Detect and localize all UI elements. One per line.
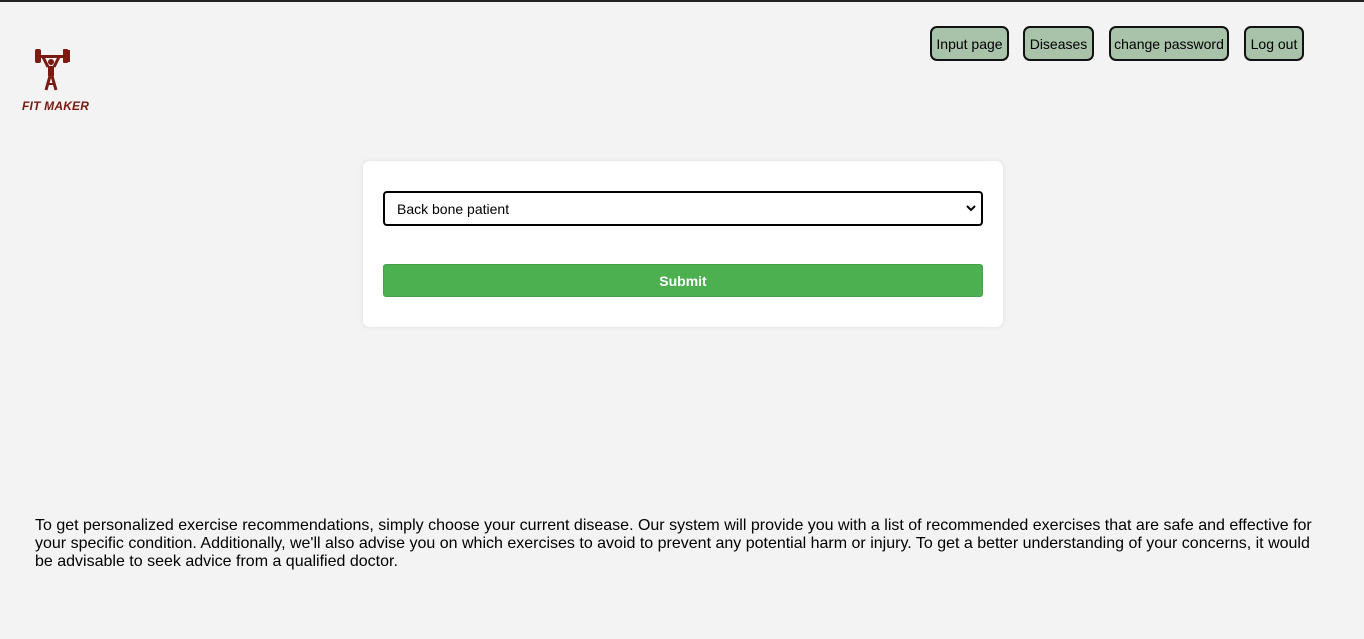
log-out-button[interactable]: Log out <box>1244 26 1304 61</box>
disease-select-value: Back bone patient <box>397 200 510 217</box>
info-paragraph: To get personalized exercise recommendat… <box>35 517 1312 570</box>
chevron-down-icon <box>966 205 976 212</box>
change-password-button[interactable]: change password <box>1109 26 1229 61</box>
logo-text: FIT MAKER <box>22 99 90 113</box>
disease-form-card: Back bone patient Submit <box>363 161 1003 327</box>
diseases-button[interactable]: Diseases <box>1023 26 1094 61</box>
disease-select[interactable]: Back bone patient <box>383 191 983 226</box>
input-page-button[interactable]: Input page <box>930 26 1009 61</box>
top-border <box>0 0 1364 2</box>
weightlifter-icon <box>35 49 70 91</box>
fit-maker-logo: FIT MAKER <box>20 46 90 116</box>
submit-button[interactable]: Submit <box>383 264 983 297</box>
